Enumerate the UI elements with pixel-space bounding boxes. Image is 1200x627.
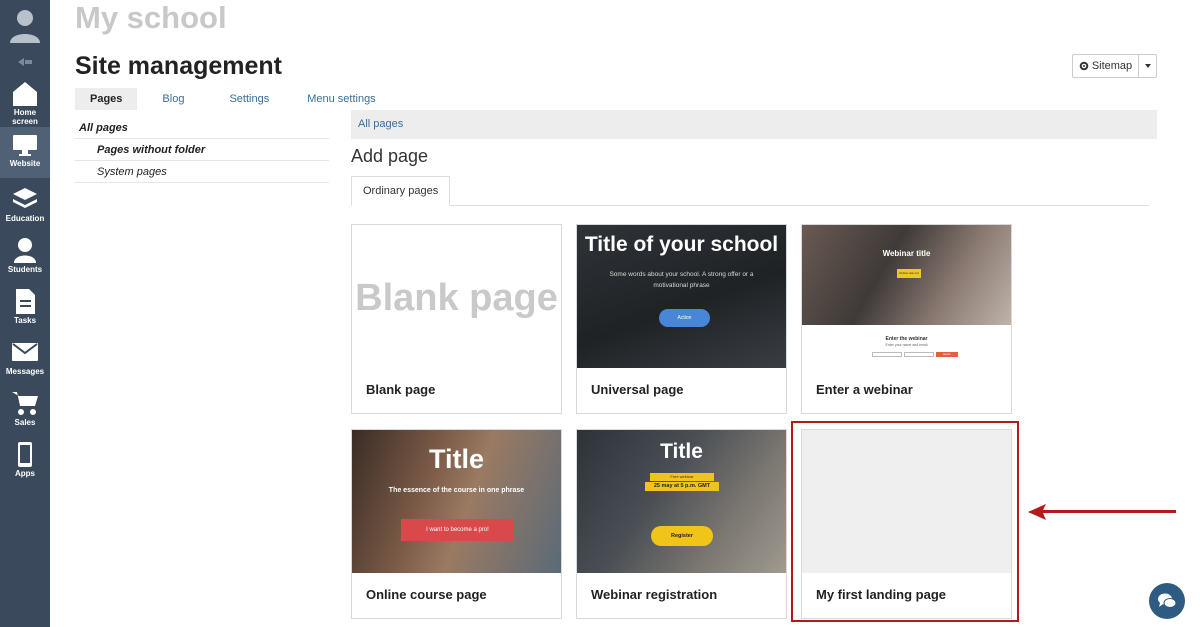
document-icon [16, 289, 35, 314]
page-type-tabs: Ordinary pages [351, 176, 1149, 206]
folder-system-pages[interactable]: System pages [75, 161, 329, 183]
thumb-title: Title of your school [584, 233, 779, 256]
thumb-subtitle: The essence of the course in one phrase [388, 487, 525, 494]
highlight-box [791, 421, 1019, 622]
left-rail: Home screen Website Education Students T… [0, 0, 50, 627]
template-name: Enter a webinar [816, 382, 913, 397]
rail-sales-label: Sales [14, 418, 36, 427]
rail-website-label: Website [9, 159, 41, 168]
gear-icon [1079, 61, 1089, 71]
sitemap-dropdown-button[interactable] [1139, 55, 1156, 77]
thumb-date-badge: Webinar date and time [897, 269, 921, 278]
thumb-enter-title: Enter the webinar [885, 336, 928, 342]
chevron-down-icon [1144, 64, 1151, 68]
school-name: My school [75, 0, 227, 35]
folder-pages-without-folder[interactable]: Pages without folder [75, 139, 329, 161]
tab-blog[interactable]: Blog [147, 88, 199, 110]
rail-tasks[interactable]: Tasks [0, 284, 50, 335]
thumb-cta-button: I want to become a pro! [401, 519, 514, 541]
rail-tasks-label: Tasks [13, 316, 37, 325]
phone-icon [18, 442, 32, 467]
thumb-title: Webinar title [882, 249, 931, 258]
folder-all-pages[interactable]: All pages [75, 117, 329, 139]
template-thumbnail: Title of your school Some words about yo… [577, 225, 786, 368]
collapse-icon[interactable] [0, 50, 50, 74]
rail-website[interactable]: Website [0, 127, 50, 178]
rail-apps-label: Apps [15, 469, 35, 478]
monitor-icon [13, 135, 37, 156]
envelope-icon [12, 343, 38, 361]
tab-settings[interactable]: Settings [214, 88, 284, 110]
template-thumbnail: Title Free webinar 25 may at 5 p.m. GMT … [577, 430, 786, 573]
user-avatar[interactable] [0, 0, 50, 50]
cart-icon [12, 392, 38, 415]
template-card-webinar-registration[interactable]: Title Free webinar 25 may at 5 p.m. GMT … [576, 429, 787, 619]
template-name: Webinar registration [591, 587, 718, 602]
template-card-blank[interactable]: Blank page Blank page [351, 224, 562, 414]
site-tabs: Pages Blog Settings Menu settings [75, 88, 391, 110]
chat-icon [1158, 593, 1177, 608]
thumb-subtitle-line2: motivational phrase [653, 282, 710, 289]
rail-messages[interactable]: Messages [0, 335, 50, 386]
breadcrumb-all-pages[interactable]: All pages [358, 118, 403, 130]
thumb-email-field [904, 352, 934, 357]
rail-home[interactable]: Home screen [0, 76, 50, 127]
breadcrumb: All pages [351, 110, 1157, 139]
person-icon [14, 238, 36, 263]
thumb-name-field [872, 352, 902, 357]
thumb-enter-subtitle: Enter your name and email [885, 343, 928, 347]
template-card-universal[interactable]: Title of your school Some words about yo… [576, 224, 787, 414]
thumb-register-button: Register [651, 526, 713, 546]
layers-icon [13, 188, 37, 208]
thumb-badge-free: Free webinar [650, 473, 714, 481]
arrow-left-icon [1028, 504, 1176, 520]
sitemap-label: Sitemap [1091, 60, 1133, 72]
add-page-heading: Add page [351, 146, 429, 166]
thumb-title: Title [660, 440, 703, 463]
template-name: Universal page [591, 382, 684, 397]
tab-pages[interactable]: Pages [75, 88, 138, 110]
template-name: Blank page [366, 382, 436, 397]
sitemap-button-group: Sitemap [1072, 54, 1157, 78]
thumb-action-button: Action [659, 309, 710, 327]
thumb-subtitle-line1: Some words about your school. A strong o… [609, 271, 754, 278]
template-card-online-course[interactable]: Title The essence of the course in one p… [351, 429, 562, 619]
page-title: Site management [75, 52, 283, 80]
rail-education-label: Education [5, 214, 45, 223]
template-thumbnail: Webinar title Webinar date and time Ente… [802, 225, 1011, 368]
template-card-enter-webinar[interactable]: Webinar title Webinar date and time Ente… [801, 224, 1012, 414]
template-thumbnail: Blank page [352, 225, 561, 368]
sitemap-button[interactable]: Sitemap [1073, 55, 1139, 77]
rail-messages-label: Messages [5, 367, 45, 376]
template-name: Online course page [366, 587, 487, 602]
thumb-badge-date: 25 may at 5 p.m. GMT [645, 482, 719, 491]
template-thumbnail: Title The essence of the course in one p… [352, 430, 561, 573]
thumb-enter-button: Enter [936, 352, 958, 357]
rail-students[interactable]: Students [0, 233, 50, 284]
rail-apps[interactable]: Apps [0, 437, 50, 488]
rail-sales[interactable]: Sales [0, 386, 50, 437]
home-icon [13, 82, 37, 106]
rail-students-label: Students [7, 265, 43, 274]
chat-button[interactable] [1149, 583, 1185, 619]
tab-menu-settings[interactable]: Menu settings [292, 88, 390, 110]
thumb-title: Title [428, 444, 484, 474]
user-icon [10, 10, 40, 43]
tab-ordinary-pages[interactable]: Ordinary pages [351, 176, 451, 206]
folder-list: All pages Pages without folder System pa… [75, 117, 329, 183]
rail-home-label: Home screen [12, 108, 38, 126]
rail-education[interactable]: Education [0, 182, 50, 233]
thumb-text: Blank page [355, 277, 558, 319]
